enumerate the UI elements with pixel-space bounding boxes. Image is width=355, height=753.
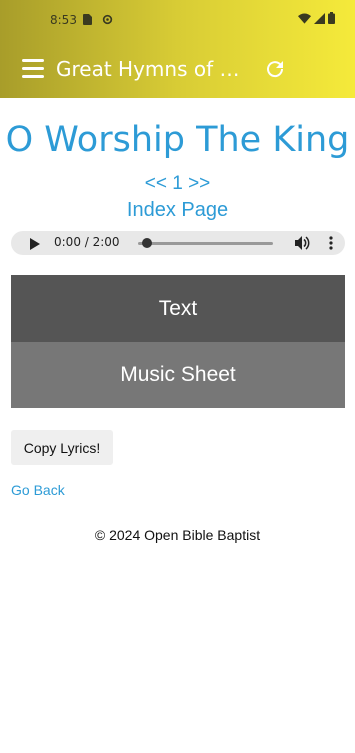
toolbar: Great Hymns of th... (0, 48, 355, 92)
hymn-pager: << 1 >> (0, 173, 355, 195)
audio-seek-bar[interactable] (138, 242, 273, 245)
volume-icon[interactable] (295, 236, 310, 255)
previous-hymn-link[interactable]: << (145, 173, 167, 194)
hymn-title: O Worship The King (5, 120, 350, 160)
status-bar: 8:53 (0, 0, 355, 40)
go-back-link[interactable]: Go Back (11, 482, 65, 498)
refresh-icon[interactable] (263, 57, 287, 81)
next-hymn-link[interactable]: >> (188, 173, 210, 194)
signal-icon (314, 12, 325, 27)
wifi-icon (298, 13, 311, 27)
status-icons (298, 12, 335, 27)
index-page-link[interactable]: Index Page (0, 199, 355, 222)
audio-player: 0:00 / 2:00 (11, 231, 345, 255)
audio-seek-thumb[interactable] (142, 238, 152, 248)
music-sheet-tab[interactable]: Music Sheet (11, 342, 345, 408)
audio-time: 0:00 / 2:00 (54, 235, 120, 249)
hymn-number: 1 (172, 173, 183, 194)
app-title: Great Hymns of th... (56, 57, 246, 81)
battery-icon (328, 12, 335, 27)
play-icon[interactable] (30, 237, 40, 255)
text-tab[interactable]: Text (11, 275, 345, 342)
settings-gear-icon (102, 14, 113, 28)
status-time: 8:53 (50, 13, 77, 27)
menu-icon[interactable] (20, 56, 46, 82)
footer-copyright: © 2024 Open Bible Baptist (94, 527, 261, 543)
app-header: 8:53 Great Hymns of th... (0, 0, 355, 98)
sim-card-icon (83, 14, 92, 28)
copy-lyrics-button[interactable]: Copy Lyrics! (11, 430, 113, 465)
more-options-icon[interactable] (329, 236, 333, 255)
